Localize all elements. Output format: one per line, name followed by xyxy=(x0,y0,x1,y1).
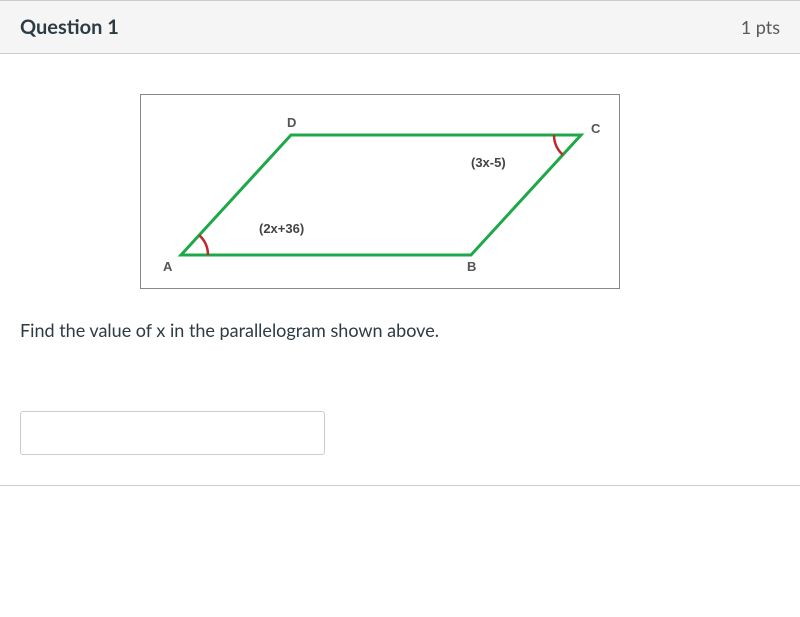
answer-input[interactable] xyxy=(20,411,325,455)
question-body: A B C D (2x+36) (3x-5) Find the value of… xyxy=(0,54,800,485)
question-header: Question 1 1 pts xyxy=(0,1,800,54)
vertex-label-D: D xyxy=(287,115,296,130)
angle-label-A: (2x+36) xyxy=(259,221,304,236)
question-title: Question 1 xyxy=(20,15,119,39)
parallelogram-figure: A B C D (2x+36) (3x-5) xyxy=(140,94,620,289)
question-container: Question 1 1 pts A B C D (2x+ xyxy=(0,0,800,486)
angle-label-C: (3x-5) xyxy=(471,155,506,170)
angle-arc-C xyxy=(554,135,563,155)
figure-wrap: A B C D (2x+36) (3x-5) xyxy=(140,94,780,289)
parallelogram-shape xyxy=(181,135,581,255)
vertex-label-C: C xyxy=(591,121,601,136)
question-prompt: Find the value of x in the parallelogram… xyxy=(20,319,780,341)
vertex-label-B: B xyxy=(467,259,476,274)
angle-arc-A xyxy=(199,235,208,255)
question-points: 1 pts xyxy=(741,16,780,38)
vertex-label-A: A xyxy=(163,259,173,274)
